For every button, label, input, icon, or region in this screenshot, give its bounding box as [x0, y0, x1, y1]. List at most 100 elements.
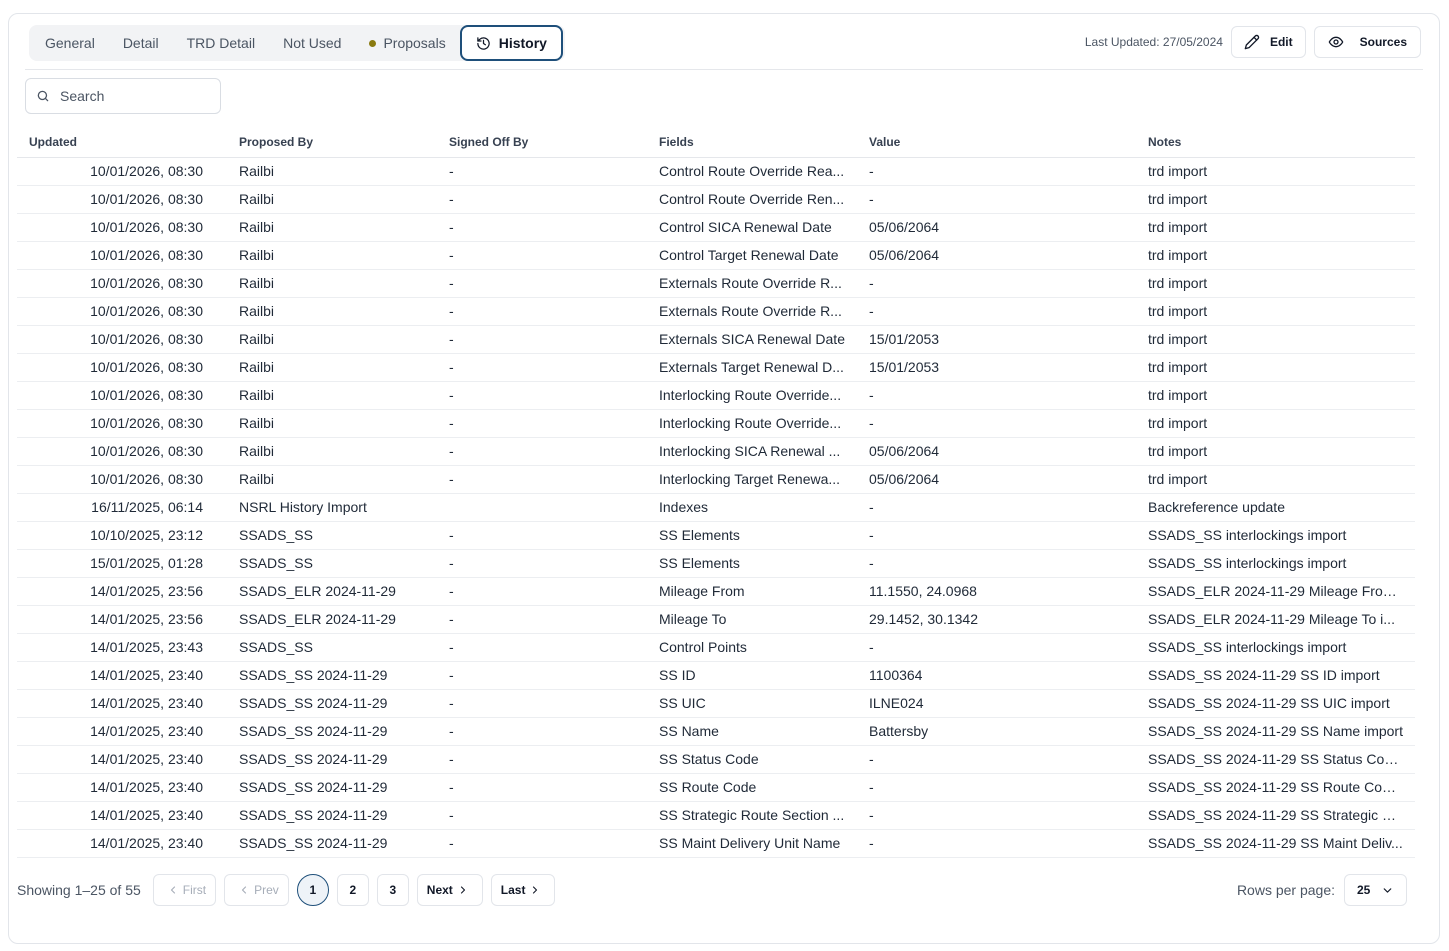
cell-value: - [857, 381, 1136, 410]
cell-value: - [857, 745, 1136, 774]
tab-not-used[interactable]: Not Used [269, 25, 355, 61]
cell-updated: 10/01/2026, 08:30 [17, 465, 227, 494]
table-row[interactable]: 10/01/2026, 08:30 Railbi - Control Target R… [17, 241, 1415, 270]
cell-updated: 10/01/2026, 08:30 [17, 241, 227, 270]
cell-proposed-by: SSADS_SS 2024-11-29 [227, 829, 437, 858]
table-row[interactable]: 14/01/2025, 23:40 SSADS_SS 2024-11-29- SS … [17, 829, 1415, 858]
cell-proposed-by: NSRL History Import [227, 493, 437, 522]
column-header-signed-off-by[interactable]: Signed Off By [437, 128, 647, 158]
column-header-updated[interactable]: Updated [17, 128, 227, 158]
cell-updated: 10/01/2026, 08:30 [17, 437, 227, 466]
pencil-icon [1244, 34, 1260, 50]
table-row[interactable]: 10/01/2026, 08:30 Railbi - Interlocking SIC… [17, 437, 1415, 466]
table-row[interactable]: 10/01/2026, 08:30 Railbi - Control SICA Ren… [17, 213, 1415, 242]
edit-button[interactable]: Edit [1230, 26, 1306, 58]
cell-fields: SS Elements [647, 549, 857, 578]
table-row[interactable]: 14/01/2025, 23:40 SSADS_SS 2024-11-29- SS … [17, 717, 1415, 746]
cell-updated: 14/01/2025, 23:56 [17, 605, 227, 634]
cell-value: 29.1452, 30.1342 [857, 605, 1136, 634]
rows-per-page-select[interactable]: 25 [1344, 874, 1407, 906]
table-row[interactable]: 10/01/2026, 08:30 Railbi - Control Route Ov… [17, 185, 1415, 214]
tab-general[interactable]: General [31, 25, 109, 61]
table-row[interactable]: 14/01/2025, 23:56 SSADS_ELR 2024-11-29- Mi… [17, 605, 1415, 634]
rows-per-page-value: 25 [1357, 883, 1371, 897]
cell-updated: 14/01/2025, 23:40 [17, 745, 227, 774]
table-row[interactable]: 14/01/2025, 23:43 SSADS_SS - Control Points… [17, 633, 1415, 662]
table-row[interactable]: 14/01/2025, 23:40 SSADS_SS 2024-11-29- SS … [17, 689, 1415, 718]
cell-value: 15/01/2053 [857, 325, 1136, 354]
eye-icon [1328, 36, 1343, 48]
cell-updated: 14/01/2025, 23:40 [17, 689, 227, 718]
sources-button-label: Sources [1359, 35, 1407, 49]
table-row[interactable]: 14/01/2025, 23:40 SSADS_SS 2024-11-29- SS … [17, 801, 1415, 830]
column-header-notes[interactable]: Notes [1136, 128, 1415, 158]
cell-updated: 10/01/2026, 08:30 [17, 157, 227, 186]
next-page-button[interactable]: Next [416, 874, 483, 906]
tab-detail[interactable]: Detail [109, 25, 173, 61]
cell-proposed-by: SSADS_SS 2024-11-29 [227, 745, 437, 774]
cell-updated: 14/01/2025, 23:40 [17, 773, 227, 802]
table-row[interactable]: 14/01/2025, 23:56 SSADS_ELR 2024-11-29- Mi… [17, 577, 1415, 606]
table-row[interactable]: 10/01/2026, 08:30 Railbi - Interlocking Tar… [17, 465, 1415, 494]
cell-updated: 14/01/2025, 23:40 [17, 829, 227, 858]
cell-proposed-by: SSADS_SS 2024-11-29 [227, 689, 437, 718]
table-row[interactable]: 10/01/2026, 08:30 Railbi - Externals Route … [17, 297, 1415, 326]
sources-button[interactable]: Sources [1313, 26, 1421, 58]
column-header-proposed-by[interactable]: Proposed By [227, 128, 437, 158]
cell-value: 15/01/2053 [857, 353, 1136, 382]
tab-proposals[interactable]: Proposals [355, 25, 459, 61]
cell-updated: 10/01/2026, 08:30 [17, 297, 227, 326]
search-input[interactable] [60, 88, 210, 104]
table-row[interactable]: 15/01/2025, 01:28 SSADS_SS - SS Elements - SS… [17, 549, 1415, 578]
last-page-button[interactable]: Last [490, 874, 556, 906]
tab-trd-detail[interactable]: TRD Detail [173, 25, 269, 61]
cell-fields: Externals Route Override R... [647, 297, 857, 326]
page-button-3[interactable]: 3 [376, 874, 409, 906]
cell-notes: SSADS_SS 2024-11-29 SS Maint Deliv... [1136, 829, 1415, 858]
table-row[interactable]: 10/10/2025, 23:12 SSADS_SS - SS Elements - SS… [17, 521, 1415, 550]
table-row[interactable]: 14/01/2025, 23:40 SSADS_SS 2024-11-29- SS … [17, 773, 1415, 802]
table-row[interactable]: 14/01/2025, 23:40 SSADS_SS 2024-11-29- SS … [17, 661, 1415, 690]
cell-proposed-by: Railbi [227, 465, 437, 494]
cell-value: - [857, 157, 1136, 186]
cell-notes: SSADS_SS interlockings import [1136, 549, 1415, 578]
cell-fields: Interlocking Target Renewa... [647, 465, 857, 494]
cell-updated: 14/01/2025, 23:40 [17, 661, 227, 690]
page-button-1[interactable]: 1 [296, 874, 329, 906]
table-row[interactable]: 10/01/2026, 08:30 Railbi - Externals Target… [17, 353, 1415, 382]
page-button-2[interactable]: 2 [336, 874, 369, 906]
cell-updated: 10/01/2026, 08:30 [17, 409, 227, 438]
cell-fields: Externals Target Renewal D... [647, 353, 857, 382]
cell-proposed-by: SSADS_ELR 2024-11-29 [227, 605, 437, 634]
cell-value: - [857, 409, 1136, 438]
first-page-button[interactable]: First [152, 874, 217, 906]
table-row[interactable]: 16/11/2025, 06:14 NSRL History Import Inde… [17, 493, 1415, 522]
table-row[interactable]: 14/01/2025, 23:40 SSADS_SS 2024-11-29- SS … [17, 745, 1415, 774]
cell-notes: trd import [1136, 465, 1415, 494]
cell-notes: SSADS_ELR 2024-11-29 Mileage From... [1136, 577, 1415, 606]
table-row[interactable]: 10/01/2026, 08:30 Railbi - Externals SICA R… [17, 325, 1415, 354]
cell-fields: SS Strategic Route Section ... [647, 801, 857, 830]
cell-value: - [857, 297, 1136, 326]
column-header-value[interactable]: Value [857, 128, 1136, 158]
column-header-fields[interactable]: Fields [647, 128, 857, 158]
cell-value: - [857, 829, 1136, 858]
cell-fields: Interlocking SICA Renewal ... [647, 437, 857, 466]
cell-fields: Control Route Override Ren... [647, 185, 857, 214]
cell-signed-off-by: - [437, 409, 647, 438]
cell-signed-off-by: - [437, 661, 647, 690]
cell-signed-off-by: - [437, 717, 647, 746]
last-updated-text: Last Updated: 27/05/2024 [1084, 35, 1223, 49]
table-row[interactable]: 10/01/2026, 08:30 Railbi - Interlocking Rou… [17, 381, 1415, 410]
table-row[interactable]: 10/01/2026, 08:30 Railbi - Interlocking Rou… [17, 409, 1415, 438]
tab-history[interactable]: History [459, 25, 563, 61]
cell-signed-off-by: - [437, 185, 647, 214]
rows-per-page: Rows per page: 25 [1237, 874, 1407, 906]
table-row[interactable]: 10/01/2026, 08:30 Railbi - Externals Route … [17, 269, 1415, 298]
cell-signed-off-by: - [437, 577, 647, 606]
cell-updated: 10/01/2026, 08:30 [17, 381, 227, 410]
prev-page-button[interactable]: Prev [224, 874, 289, 906]
table-row[interactable]: 10/01/2026, 08:30 Railbi - Control Route Ov… [17, 157, 1415, 186]
cell-proposed-by: SSADS_SS 2024-11-29 [227, 717, 437, 746]
cell-notes: trd import [1136, 297, 1415, 326]
